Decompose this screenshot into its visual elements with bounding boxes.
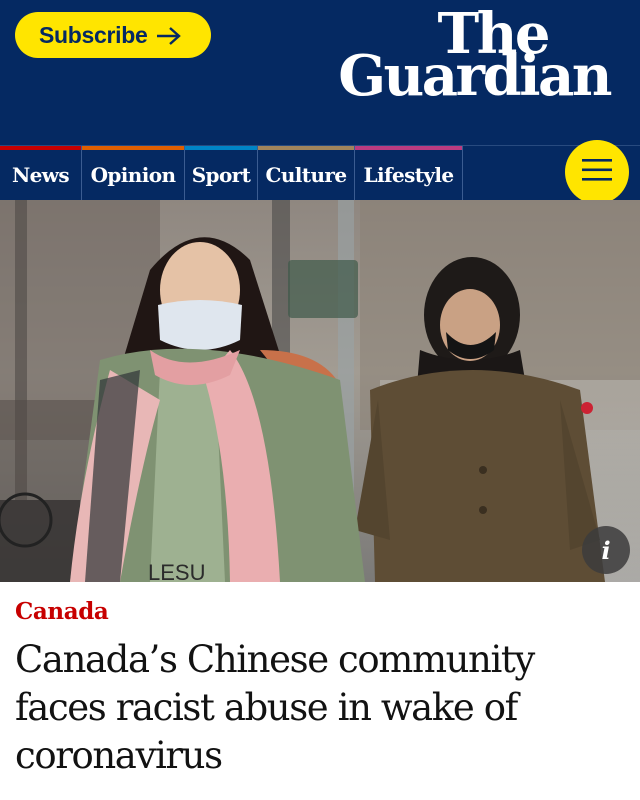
nav-item-opinion[interactable]: Opinion (82, 146, 185, 201)
nav-news-pillar-bar (0, 146, 81, 150)
arrow-right-icon (156, 25, 182, 45)
menu-button[interactable] (565, 140, 629, 204)
section-kicker[interactable]: Canada (15, 598, 109, 625)
nav-item-label: News (11, 162, 70, 187)
info-icon: i (601, 535, 611, 565)
logo-line-2: Guardian (338, 43, 612, 109)
nav-item-label: Lifestyle (363, 162, 454, 187)
nav-lifestyle-pillar-bar (355, 146, 462, 150)
article-hero-image[interactable]: LESU (0, 200, 640, 582)
nav-item-lifestyle[interactable]: Lifestyle (355, 146, 463, 201)
article-headline[interactable]: Canada’s Chinese community faces racist … (15, 636, 625, 780)
nav-opinion-pillar-bar (82, 146, 184, 150)
guardian-logo[interactable]: The Guardian (330, 4, 612, 124)
hamburger-menu-icon (582, 159, 612, 185)
nav-item-label: Opinion (90, 162, 176, 187)
nav-item-news[interactable]: News (0, 146, 82, 201)
nav-item-culture[interactable]: Culture (258, 146, 355, 201)
masthead: Subscribe The Guardian (0, 0, 640, 145)
subscribe-label: Subscribe (39, 21, 148, 48)
nav-culture-pillar-bar (258, 146, 354, 150)
nav-item-label: Culture (265, 162, 348, 187)
hero-photo-illustration: LESU (0, 200, 640, 582)
nav-item-label: Sport (191, 162, 251, 187)
hero-sign-text: LESU (148, 560, 205, 582)
image-info-button[interactable]: i (582, 526, 630, 574)
nav-item-sport[interactable]: Sport (185, 146, 258, 201)
primary-navigation: News Opinion Sport Culture Lifestyle (0, 145, 640, 201)
nav-sport-pillar-bar (185, 146, 257, 150)
subscribe-button[interactable]: Subscribe (15, 12, 211, 58)
